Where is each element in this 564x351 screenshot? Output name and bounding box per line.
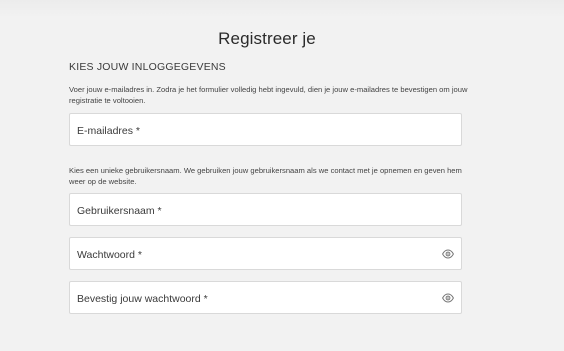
username-field[interactable]: Gebruikersnaam * [69, 193, 462, 226]
password-field-label: Wachtwoord * [77, 249, 142, 261]
eye-icon[interactable] [442, 293, 454, 303]
confirm-password-field[interactable]: Bevestig jouw wachtwoord * [69, 281, 462, 314]
username-helper-text: Kies een unieke gebruikersnaam. We gebru… [69, 166, 462, 186]
username-field-label: Gebruikersnaam * [77, 205, 162, 217]
eye-icon[interactable] [442, 249, 454, 259]
email-helper-text: Voer jouw e-mailadres in. Zodra je het f… [69, 85, 468, 105]
registration-page: Registreer je KIES JOUW INLOGGEGEVENS Vo… [0, 0, 564, 351]
section-heading: KIES JOUW INLOGGEGEVENS [69, 61, 226, 73]
page-title: Registreer je [218, 29, 316, 48]
password-field[interactable]: Wachtwoord * [69, 237, 462, 270]
confirm-password-field-label: Bevestig jouw wachtwoord * [77, 293, 208, 305]
email-field[interactable]: E-mailadres * [69, 113, 462, 146]
email-field-label: E-mailadres * [77, 125, 141, 137]
